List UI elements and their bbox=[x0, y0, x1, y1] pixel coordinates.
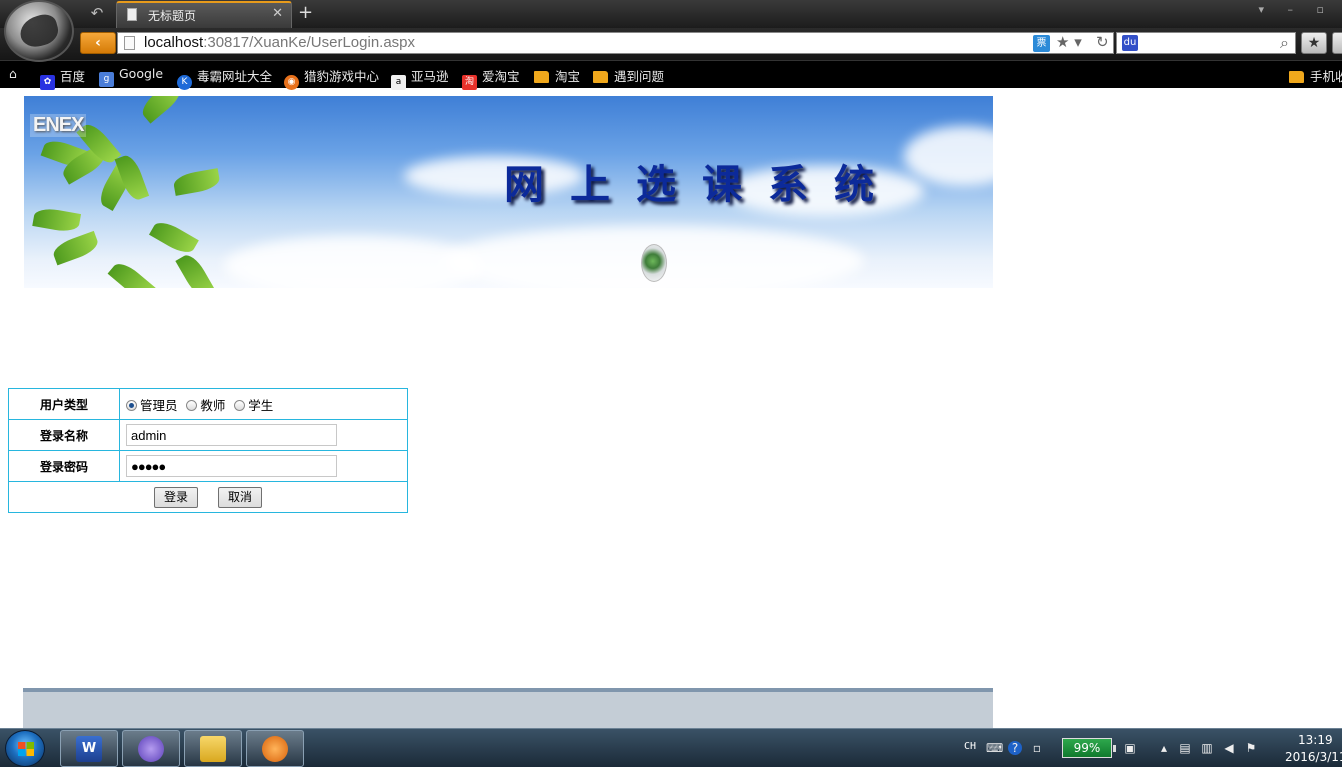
baidu-icon[interactable]: du bbox=[1122, 35, 1138, 51]
folder-icon bbox=[593, 71, 608, 83]
radio-student[interactable]: 学生 bbox=[234, 398, 278, 413]
password-input[interactable] bbox=[126, 455, 337, 477]
usb-device-icon[interactable]: ▥ bbox=[1200, 741, 1214, 755]
bookmark-folder-problems[interactable]: 遇到问题 bbox=[593, 66, 664, 84]
header-banner: ENEX 网上选课系统 bbox=[24, 96, 993, 288]
login-button[interactable]: 登录 bbox=[153, 486, 198, 508]
bookmark-baidu[interactable]: ✿ 百度 bbox=[40, 66, 85, 90]
back-button[interactable]: ‹ bbox=[80, 32, 116, 54]
system-tray: CH ⌨ ? ▫ 99% ▣ ▴ ▤ ▥ ◀ ⚑ 13:19 2016/3/11 bbox=[960, 729, 1342, 768]
folder-icon bbox=[200, 736, 226, 762]
url-text: localhost:30817/XuanKe/UserLogin.aspx bbox=[144, 34, 416, 51]
duba-icon: K bbox=[177, 75, 192, 90]
folder-icon bbox=[534, 71, 549, 83]
amazon-icon: a bbox=[391, 75, 406, 90]
game-center-icon: ◉ bbox=[284, 75, 299, 90]
username-input[interactable] bbox=[126, 424, 337, 446]
clock-time[interactable]: 13:19 bbox=[1298, 733, 1333, 747]
battery-indicator[interactable]: 99% bbox=[1062, 738, 1116, 758]
radio-selected-icon[interactable] bbox=[126, 399, 137, 411]
new-tab-button[interactable]: + bbox=[298, 2, 313, 23]
reload-icon[interactable]: ↻ bbox=[1096, 33, 1109, 51]
power-plug-icon[interactable]: ▣ bbox=[1123, 741, 1137, 755]
cancel-button[interactable]: 取消 bbox=[218, 486, 263, 508]
radio-admin[interactable]: 管理员 bbox=[126, 398, 183, 413]
bookmark-ai-taobao[interactable]: 淘爱淘宝 bbox=[462, 66, 520, 90]
page-title: 网上选课系统 bbox=[504, 161, 900, 208]
bookmark-folder-taobao[interactable]: 淘宝 bbox=[534, 66, 580, 84]
bookmarks-bar: ⌂ ✿ 百度 g Google K 毒霸网址大全 ◉ 猎豹游戏中心 a 亚马逊 淘爱淘宝 … bbox=[0, 60, 1342, 90]
help-icon[interactable]: ? bbox=[1008, 741, 1022, 755]
password-label: 登录密码 bbox=[8, 450, 120, 482]
more-button[interactable] bbox=[1332, 32, 1342, 54]
radio-teacher[interactable]: 教师 bbox=[186, 398, 230, 413]
folder-icon bbox=[1289, 71, 1304, 83]
user-type-label: 用户类型 bbox=[8, 388, 120, 420]
taskbar-word[interactable]: W bbox=[60, 730, 118, 767]
buttons-row: 登录 取消 bbox=[8, 481, 408, 513]
windows-taskbar: W CH ⌨ ? ▫ 99% ▣ ▴ ▤ ▥ ◀ ⚑ 13:19 2016/3/… bbox=[0, 728, 1342, 767]
radio-unselected-icon[interactable] bbox=[234, 399, 246, 411]
user-type-row: 用户类型 管理员 教师 学生 bbox=[8, 388, 408, 420]
close-tab-icon[interactable]: ✕ bbox=[272, 6, 283, 21]
ime-options-icon[interactable]: ▫ bbox=[1030, 741, 1044, 755]
page-icon bbox=[124, 36, 135, 50]
orb-icon bbox=[641, 244, 667, 282]
page-icon bbox=[127, 8, 137, 21]
search-input[interactable]: du ⌕ bbox=[1116, 32, 1296, 54]
browser-tab-bar: ↶ 无标题页 ✕ + ▾ – ▫ bbox=[0, 0, 1342, 28]
bookmark-amazon[interactable]: a 亚马逊 bbox=[391, 66, 449, 90]
username-row: 登录名称 bbox=[8, 419, 408, 451]
tab-title: 无标题页 bbox=[148, 9, 197, 23]
address-input[interactable]: localhost:30817/XuanKe/UserLogin.aspx 票 … bbox=[117, 32, 1114, 54]
bookmark-folder-mobile[interactable]: 手机收 bbox=[1289, 66, 1342, 84]
clock-date[interactable]: 2016/3/11 bbox=[1285, 750, 1342, 764]
google-icon: g bbox=[99, 72, 114, 87]
address-toolbar: ‹ localhost:30817/XuanKe/UserLogin.aspx … bbox=[0, 28, 1342, 60]
page-footer bbox=[23, 688, 993, 730]
login-form: 用户类型 管理员 教师 学生 登录名称 登录密码 登录取消 bbox=[8, 388, 408, 513]
visual-studio-icon bbox=[138, 736, 164, 762]
liebao-browser-icon bbox=[262, 736, 288, 762]
search-icon[interactable]: ⌕ bbox=[1280, 33, 1289, 53]
windows-logo-icon bbox=[18, 742, 34, 756]
user-type-options: 管理员 教师 学生 bbox=[119, 388, 408, 420]
window-controls[interactable]: ▾ – ▫ bbox=[1259, 3, 1334, 16]
word-icon: W bbox=[76, 736, 102, 762]
network-icon[interactable]: ▤ bbox=[1178, 741, 1192, 755]
star-icon[interactable]: ★ ▾ bbox=[1056, 33, 1082, 51]
bookmark-google[interactable]: g Google bbox=[99, 66, 163, 87]
password-row: 登录密码 bbox=[8, 450, 408, 482]
taobao-icon: 淘 bbox=[462, 75, 477, 90]
taskbar-visual-studio[interactable] bbox=[122, 730, 180, 767]
bookmark-game-center[interactable]: ◉ 猎豹游戏中心 bbox=[284, 66, 379, 90]
action-center-flag-icon[interactable]: ⚑ bbox=[1244, 741, 1258, 755]
home-icon[interactable]: ⌂ bbox=[9, 66, 17, 84]
taskbar-explorer[interactable] bbox=[184, 730, 242, 767]
username-label: 登录名称 bbox=[8, 419, 120, 451]
volume-icon[interactable]: ◀ bbox=[1222, 741, 1236, 755]
bookmark-duba[interactable]: K 毒霸网址大全 bbox=[177, 66, 272, 90]
taskbar-liebao-browser[interactable] bbox=[246, 730, 304, 767]
site-logo: ENEX bbox=[30, 114, 87, 137]
start-button[interactable] bbox=[5, 730, 45, 767]
ime-indicator[interactable]: CH bbox=[964, 741, 976, 752]
keyboard-icon[interactable]: ⌨ bbox=[986, 741, 1003, 755]
show-hidden-icons[interactable]: ▴ bbox=[1157, 741, 1171, 755]
undo-close-tab-icon[interactable]: ↶ bbox=[86, 4, 108, 22]
radio-unselected-icon[interactable] bbox=[186, 399, 198, 411]
browser-logo-icon[interactable] bbox=[4, 0, 74, 62]
browser-tab[interactable]: 无标题页 ✕ bbox=[116, 1, 292, 28]
baidu-icon: ✿ bbox=[40, 75, 55, 90]
favorites-star-button[interactable]: ★ bbox=[1301, 32, 1327, 54]
ticket-icon[interactable]: 票 bbox=[1033, 35, 1050, 52]
